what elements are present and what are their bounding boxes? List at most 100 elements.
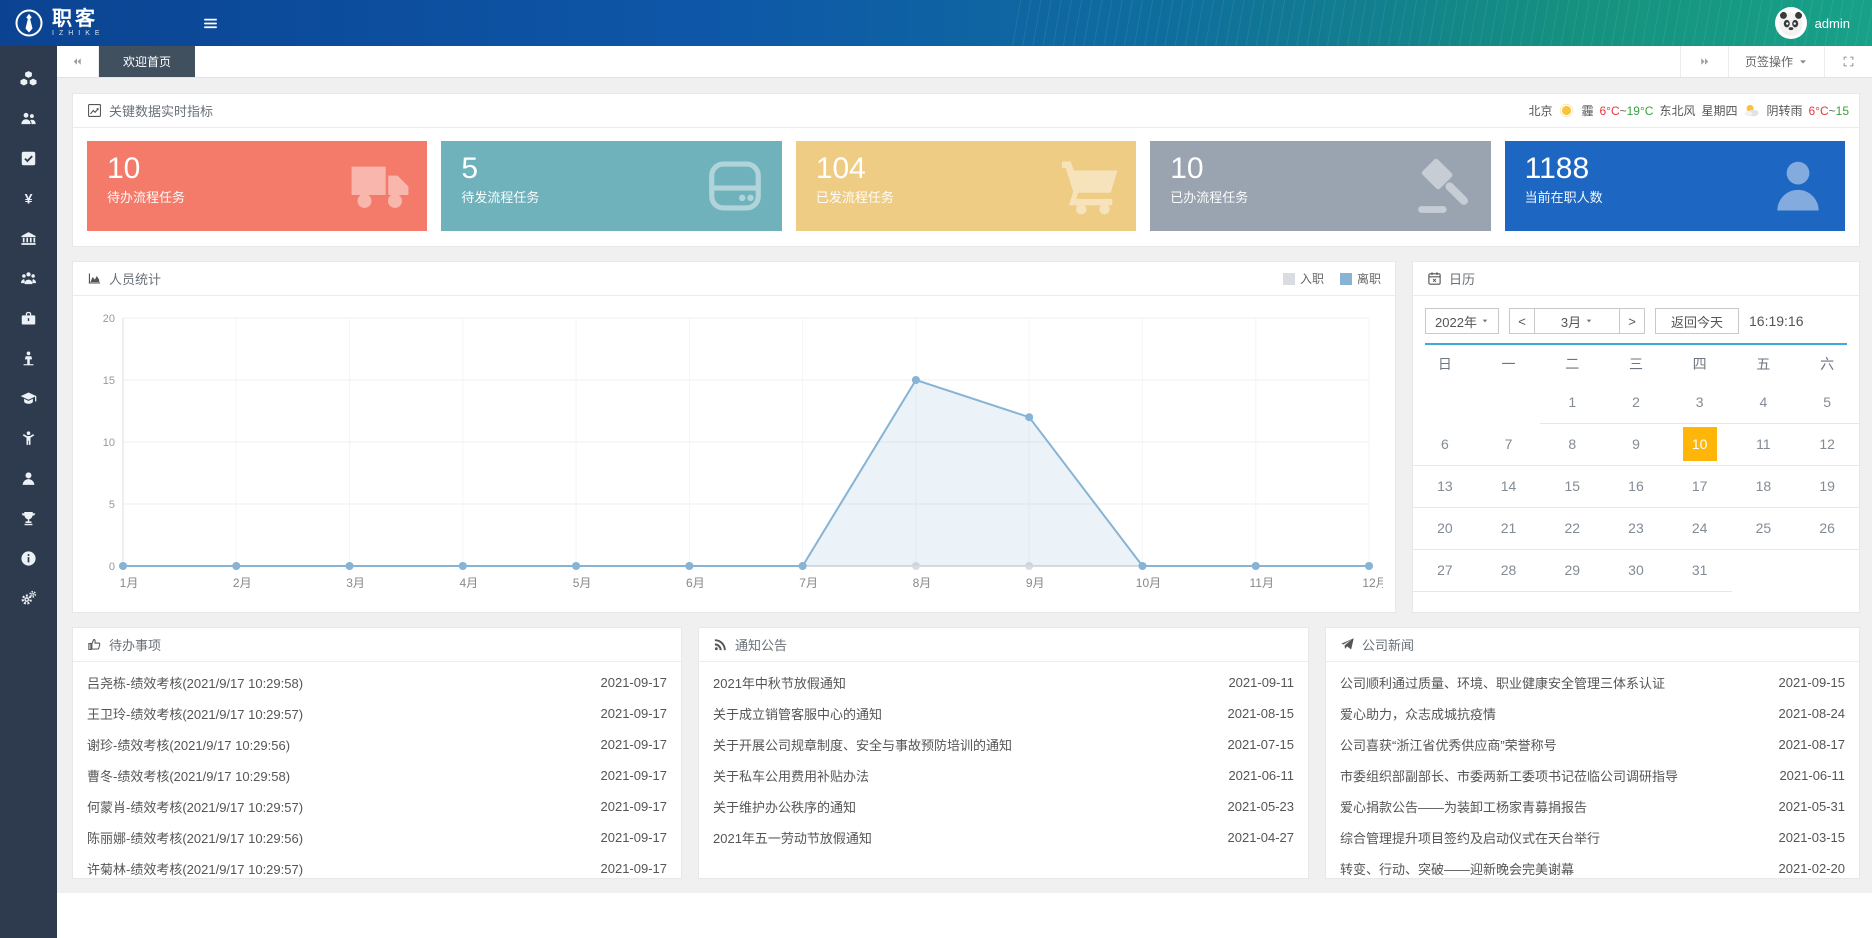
stat-card[interactable]: 10已办流程任务 [1150, 141, 1490, 231]
sidebar-item-yen[interactable]: ¥ [0, 178, 57, 218]
sidebar-item-users[interactable] [0, 98, 57, 138]
legend-item[interactable]: 入职 [1283, 270, 1324, 287]
list-item[interactable]: 市委组织部副部长、市委两新工委项书记莅临公司调研指导2021-06-11 [1326, 760, 1859, 791]
list-item[interactable]: 综合管理提升项目签约及启动仪式在天台举行2021-03-15 [1326, 822, 1859, 853]
calendar-day[interactable]: 19 [1795, 465, 1859, 507]
user-menu[interactable]: admin [1775, 7, 1872, 39]
list-item-title[interactable]: 2021年五一劳动节放假通知 [713, 828, 1208, 847]
list-item-title[interactable]: 公司喜获“浙江省优秀供应商”荣誉称号 [1340, 735, 1759, 754]
calendar-day[interactable]: 22 [1540, 507, 1604, 549]
sidebar-toggle-button[interactable] [202, 0, 219, 46]
calendar-day[interactable]: 4 [1732, 381, 1796, 423]
list-item-title[interactable]: 市委组织部副部长、市委两新工委项书记莅临公司调研指导 [1340, 766, 1759, 785]
list-item[interactable]: 公司顺利通过质量、环境、职业健康安全管理三体系认证2021-09-15 [1326, 667, 1859, 698]
stat-card[interactable]: 10待办流程任务 [87, 141, 427, 231]
legend-item[interactable]: 离职 [1340, 270, 1381, 287]
list-item-title[interactable]: 许菊林-绩效考核(2021/9/17 10:29:57) [87, 859, 581, 878]
tab-actions-dropdown[interactable]: 页签操作 [1728, 46, 1824, 77]
calendar-day[interactable]: 26 [1795, 507, 1859, 549]
calendar-month-select[interactable]: 3月 [1534, 308, 1620, 334]
list-item-title[interactable]: 爱心助力，众志成城抗疫情 [1340, 704, 1759, 723]
list-item[interactable]: 关于成立销管客服中心的通知2021-08-15 [699, 698, 1308, 729]
stat-card[interactable]: 104已发流程任务 [796, 141, 1136, 231]
calendar-day[interactable]: 7 [1477, 423, 1541, 465]
list-item-title[interactable]: 谢珍-绩效考核(2021/9/17 10:29:56) [87, 735, 581, 754]
calendar-day[interactable]: 5 [1795, 381, 1859, 423]
calendar-day[interactable]: 6 [1413, 423, 1477, 465]
list-item[interactable]: 关于维护办公秩序的通知2021-05-23 [699, 791, 1308, 822]
sidebar-item-podium[interactable] [0, 338, 57, 378]
calendar-day[interactable]: 8 [1540, 423, 1604, 465]
calendar-day[interactable]: 14 [1477, 465, 1541, 507]
calendar-next-month-button[interactable]: > [1619, 308, 1645, 334]
list-item[interactable]: 曹冬-绩效考核(2021/9/17 10:29:58)2021-09-17 [73, 760, 681, 791]
calendar-day[interactable]: 20 [1413, 507, 1477, 549]
list-item[interactable]: 爱心助力，众志成城抗疫情2021-08-24 [1326, 698, 1859, 729]
list-item[interactable]: 爱心捐款公告——为装卸工杨家青募捐报告2021-05-31 [1326, 791, 1859, 822]
list-item[interactable]: 2021年中秋节放假通知2021-09-11 [699, 667, 1308, 698]
calendar-day[interactable]: 31 [1668, 549, 1732, 591]
calendar-day[interactable]: 28 [1477, 549, 1541, 591]
list-item-title[interactable]: 综合管理提升项目签约及启动仪式在天台举行 [1340, 828, 1759, 847]
list-item[interactable]: 王卫玲-绩效考核(2021/9/17 10:29:57)2021-09-17 [73, 698, 681, 729]
calendar-day[interactable]: 12 [1795, 423, 1859, 465]
sidebar-item-trophy[interactable] [0, 498, 57, 538]
sidebar-item-cubes[interactable] [0, 58, 57, 98]
calendar-day[interactable]: 1 [1540, 381, 1604, 423]
list-item[interactable]: 何蒙肖-绩效考核(2021/9/17 10:29:57)2021-09-17 [73, 791, 681, 822]
calendar-day[interactable]: 24 [1668, 507, 1732, 549]
sidebar-item-gears[interactable] [0, 578, 57, 618]
list-item[interactable]: 谢珍-绩效考核(2021/9/17 10:29:56)2021-09-17 [73, 729, 681, 760]
calendar-day[interactable]: 18 [1732, 465, 1796, 507]
calendar-day[interactable]: 17 [1668, 465, 1732, 507]
list-item-title[interactable]: 关于维护办公秩序的通知 [713, 797, 1208, 816]
list-item-title[interactable]: 何蒙肖-绩效考核(2021/9/17 10:29:57) [87, 797, 581, 816]
list-item-title[interactable]: 关于私车公用费用补贴办法 [713, 766, 1208, 785]
list-item[interactable]: 公司喜获“浙江省优秀供应商”荣誉称号2021-08-17 [1326, 729, 1859, 760]
sidebar-item-person-raise[interactable] [0, 418, 57, 458]
list-item[interactable]: 吕尧栋-绩效考核(2021/9/17 10:29:58)2021-09-17 [73, 667, 681, 698]
list-item-title[interactable]: 2021年中秋节放假通知 [713, 673, 1208, 692]
sidebar-item-info[interactable] [0, 538, 57, 578]
list-item[interactable]: 关于开展公司规章制度、安全与事故预防培训的通知2021-07-15 [699, 729, 1308, 760]
list-item[interactable]: 关于私车公用费用补贴办法2021-06-11 [699, 760, 1308, 791]
list-item[interactable]: 陈丽娜-绩效考核(2021/9/17 10:29:56)2021-09-17 [73, 822, 681, 853]
list-item-title[interactable]: 王卫玲-绩效考核(2021/9/17 10:29:57) [87, 704, 581, 723]
stat-card[interactable]: 5待发流程任务 [441, 141, 781, 231]
tab-home[interactable]: 欢迎首页 [99, 46, 195, 77]
sidebar-item-bank[interactable] [0, 218, 57, 258]
list-item-title[interactable]: 爱心捐款公告——为装卸工杨家青募捐报告 [1340, 797, 1759, 816]
calendar-day[interactable]: 9 [1604, 423, 1668, 465]
list-item-title[interactable]: 转变、行动、突破——迎新晚会完美谢幕 [1340, 859, 1759, 878]
sidebar-item-user[interactable] [0, 458, 57, 498]
calendar-year-select[interactable]: 2022年 [1425, 308, 1499, 334]
calendar-day[interactable]: 13 [1413, 465, 1477, 507]
list-item[interactable]: 许菊林-绩效考核(2021/9/17 10:29:57)2021-09-17 [73, 853, 681, 879]
list-item-title[interactable]: 曹冬-绩效考核(2021/9/17 10:29:58) [87, 766, 581, 785]
calendar-selected-day[interactable]: 10 [1683, 427, 1717, 461]
list-item-title[interactable]: 吕尧栋-绩效考核(2021/9/17 10:29:58) [87, 673, 581, 692]
calendar-day[interactable]: 29 [1540, 549, 1604, 591]
stat-card[interactable]: 1188当前在职人数 [1505, 141, 1845, 231]
tabs-scroll-right-button[interactable] [1680, 46, 1728, 77]
calendar-day[interactable]: 27 [1413, 549, 1477, 591]
fullscreen-button[interactable] [1824, 46, 1872, 77]
list-item[interactable]: 2021年五一劳动节放假通知2021-04-27 [699, 822, 1308, 853]
calendar-day[interactable]: 10 [1668, 423, 1732, 465]
list-item-title[interactable]: 关于开展公司规章制度、安全与事故预防培训的通知 [713, 735, 1208, 754]
calendar-today-button[interactable]: 返回今天 [1655, 308, 1739, 334]
list-item-title[interactable]: 关于成立销管客服中心的通知 [713, 704, 1208, 723]
sidebar-item-check-square[interactable] [0, 138, 57, 178]
sidebar-item-graduation-cap[interactable] [0, 378, 57, 418]
calendar-day[interactable]: 23 [1604, 507, 1668, 549]
calendar-day[interactable]: 3 [1668, 381, 1732, 423]
calendar-day[interactable]: 15 [1540, 465, 1604, 507]
calendar-day[interactable]: 2 [1604, 381, 1668, 423]
list-item[interactable]: 转变、行动、突破——迎新晚会完美谢幕2021-02-20 [1326, 853, 1859, 879]
list-item-title[interactable]: 陈丽娜-绩效考核(2021/9/17 10:29:56) [87, 828, 581, 847]
calendar-day[interactable]: 30 [1604, 549, 1668, 591]
calendar-day[interactable]: 16 [1604, 465, 1668, 507]
tabs-scroll-left-button[interactable] [57, 46, 99, 77]
calendar-prev-month-button[interactable]: < [1509, 308, 1535, 334]
calendar-day[interactable]: 11 [1732, 423, 1796, 465]
